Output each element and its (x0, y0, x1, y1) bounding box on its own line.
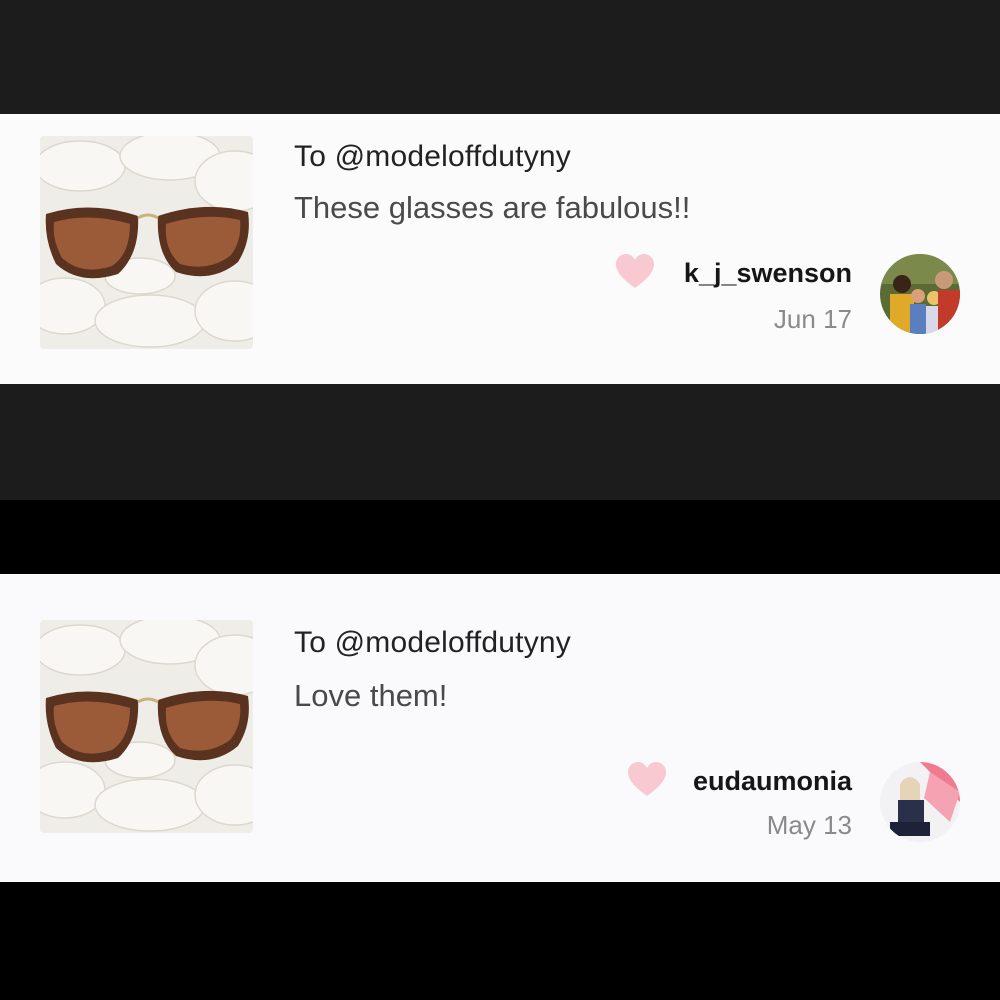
username[interactable]: eudaumonia (693, 766, 852, 797)
user-avatar[interactable] (880, 254, 960, 334)
comment-date: Jun 17 (773, 304, 852, 334)
middle-band-dark (0, 384, 1000, 500)
person-photo-avatar-icon (880, 762, 960, 842)
user-avatar[interactable] (880, 762, 960, 842)
product-thumbnail[interactable] (40, 136, 253, 349)
comment-card[interactable]: To @modeloffdutyny These glasses are fab… (0, 114, 1000, 384)
sunglasses-photo-icon (40, 136, 253, 349)
top-band (0, 0, 1000, 114)
middle-band-black (0, 500, 1000, 574)
username[interactable]: k_j_swenson (684, 258, 852, 289)
sunglasses-photo-icon (40, 620, 253, 833)
comment-date: May 13 (766, 810, 852, 840)
heart-icon[interactable] (615, 254, 655, 290)
heart-icon[interactable] (627, 762, 667, 798)
bottom-band (0, 882, 1000, 1000)
recipient-label: To @modeloffdutyny (294, 626, 571, 659)
recipient-label: To @modeloffdutyny (294, 140, 571, 173)
comment-text: These glasses are fabulous!! (294, 190, 691, 225)
comment-card[interactable]: To @modeloffdutyny Love them! eudaumonia… (0, 574, 1000, 882)
family-photo-avatar-icon (880, 254, 960, 334)
product-thumbnail[interactable] (40, 620, 253, 833)
comment-text: Love them! (294, 678, 448, 713)
